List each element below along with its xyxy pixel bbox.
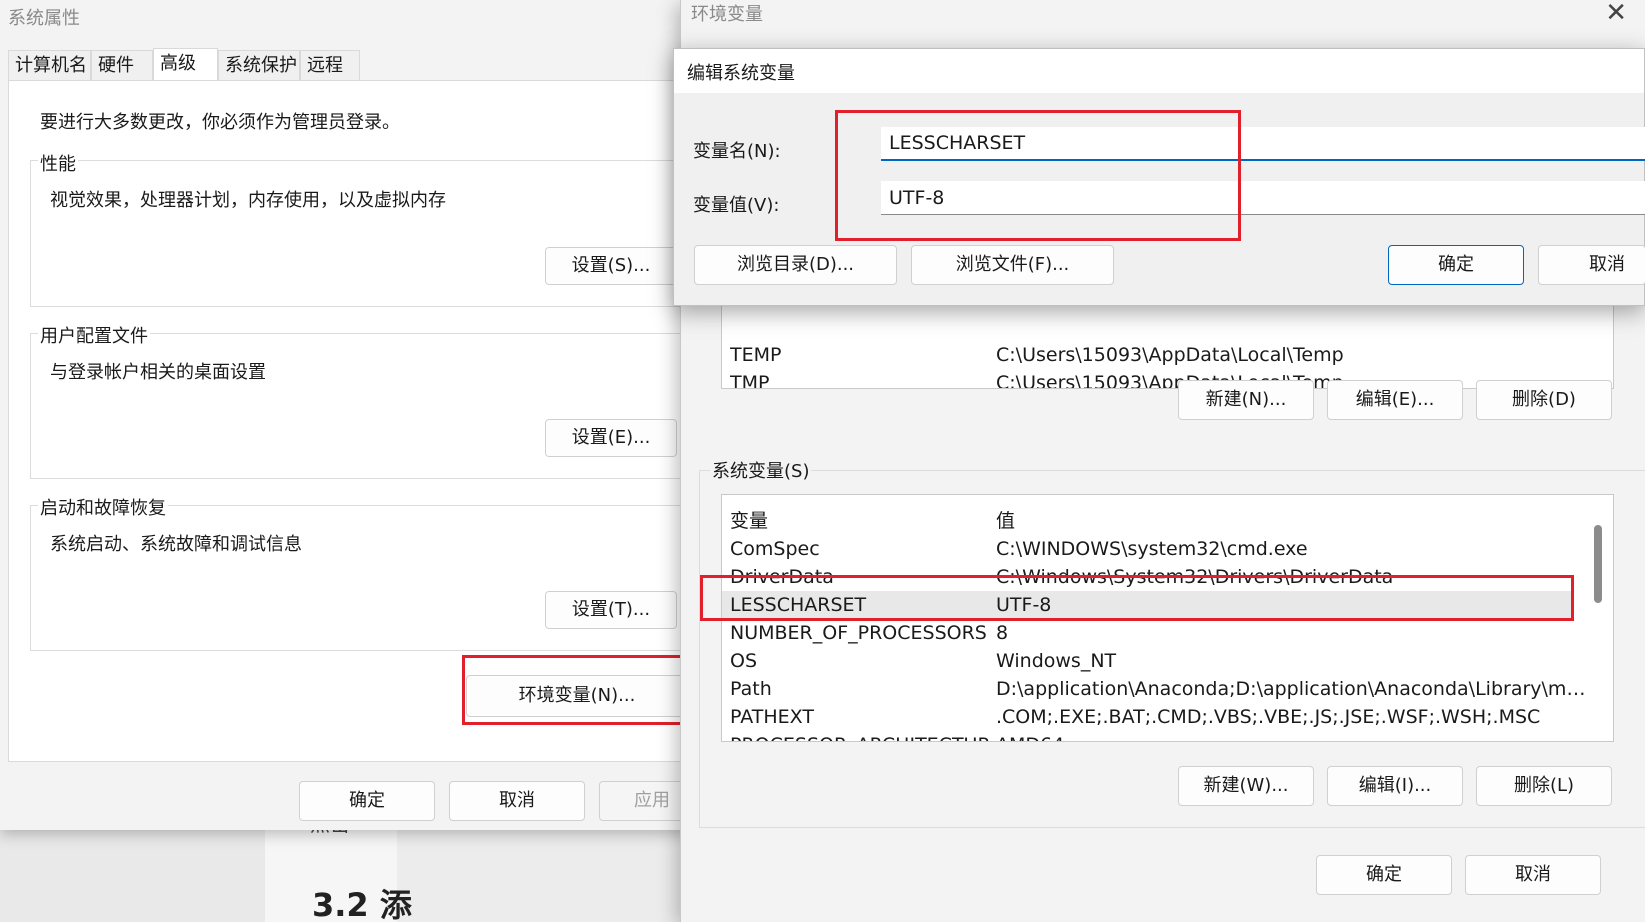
user-profiles-description: 与登录帐户相关的桌面设置: [50, 362, 266, 383]
admin-notice: 要进行大多数更改，你必须作为管理员登录。: [40, 112, 400, 133]
highlight-box-name-value: [835, 110, 1241, 241]
tab-remote[interactable]: 远程: [300, 50, 360, 80]
user-delete-button[interactable]: 删除(D): [1476, 380, 1612, 420]
variable-value: Windows_NT: [996, 650, 1117, 672]
user-edit-button[interactable]: 编辑(E)...: [1327, 380, 1463, 420]
variable-value: C:\WINDOWS\system32\cmd.exe: [996, 538, 1308, 560]
tab-system-protection[interactable]: 系统保护: [218, 50, 300, 80]
window-title: 环境变量: [691, 4, 763, 25]
startup-recovery-settings-button[interactable]: 设置(T)...: [545, 591, 677, 629]
column-header-value: 值: [996, 510, 1016, 532]
dialog-title: 编辑系统变量: [687, 63, 795, 84]
scrollbar-thumb[interactable]: [1594, 525, 1602, 603]
performance-heading: 性能: [38, 150, 78, 176]
browse-file-button[interactable]: 浏览文件(F)...: [911, 245, 1114, 285]
variable-name: TMP: [730, 372, 770, 389]
browse-directory-button[interactable]: 浏览目录(D)...: [694, 245, 897, 285]
user-new-button[interactable]: 新建(N)...: [1178, 380, 1314, 420]
user-profiles-heading: 用户配置文件: [38, 322, 150, 348]
column-header-variable: 变量: [730, 510, 769, 532]
variable-name-label: 变量名(N):: [693, 141, 781, 162]
system-delete-button[interactable]: 删除(L): [1476, 766, 1612, 806]
system-edit-button[interactable]: 编辑(I)...: [1327, 766, 1463, 806]
apply-button[interactable]: 应用(A: [599, 781, 690, 821]
variable-value: 8: [996, 622, 1009, 644]
cancel-button[interactable]: 取消: [449, 781, 585, 821]
highlight-box-selected-row: [700, 575, 1574, 621]
tab-computer-name[interactable]: 计算机名: [8, 50, 91, 80]
variable-name: TEMP: [730, 344, 782, 366]
startup-recovery-heading: 启动和故障恢复: [38, 494, 168, 520]
variable-value: C:\Users\15093\AppData\Local\Temp: [996, 344, 1344, 366]
tab-advanced[interactable]: 高级: [153, 48, 218, 80]
startup-recovery-description: 系统启动、系统故障和调试信息: [50, 534, 302, 555]
system-variables-label: 系统变量(S): [710, 457, 812, 483]
startup-recovery-group: [30, 505, 690, 651]
system-new-button[interactable]: 新建(W)...: [1178, 766, 1314, 806]
performance-description: 视觉效果，处理器计划，内存使用，以及虚拟内存: [50, 190, 446, 211]
variable-value: .COM;.EXE;.BAT;.CMD;.VBS;.VBE;.JS;.JSE;.…: [996, 706, 1541, 728]
variable-value-label: 变量值(V):: [693, 195, 780, 216]
variable-value: AMD64: [996, 731, 1586, 741]
close-icon[interactable]: ✕: [1605, 0, 1627, 28]
variable-value: D:\application\Anaconda;D:\application\A…: [996, 678, 1586, 700]
dialog-cancel-button[interactable]: 取消: [1538, 245, 1645, 285]
ok-button[interactable]: 确定: [299, 781, 435, 821]
dialog-ok-button[interactable]: 确定: [1388, 245, 1524, 285]
variable-name: OS: [730, 650, 758, 672]
variable-name: PATHEXT: [730, 706, 814, 728]
variable-name: ComSpec: [730, 538, 820, 560]
variable-name: Path: [730, 678, 772, 700]
window-title: 系统属性: [8, 8, 80, 29]
env-ok-button[interactable]: 确定: [1316, 855, 1452, 895]
tab-hardware[interactable]: 硬件: [91, 50, 153, 80]
dialog-titlebar: 编辑系统变量: [674, 49, 1644, 93]
background-heading: 3.2 添: [312, 886, 412, 922]
user-profiles-settings-button[interactable]: 设置(E)...: [545, 419, 677, 457]
variable-name: NUMBER_OF_PROCESSORS: [730, 622, 987, 644]
variable-name: PROCESSOR_ARCHITECTURE: [730, 731, 990, 741]
highlight-box-env-button: [462, 655, 684, 725]
env-cancel-button[interactable]: 取消: [1465, 855, 1601, 895]
performance-settings-button[interactable]: 设置(S)...: [545, 247, 677, 285]
user-profiles-group: [30, 333, 690, 479]
